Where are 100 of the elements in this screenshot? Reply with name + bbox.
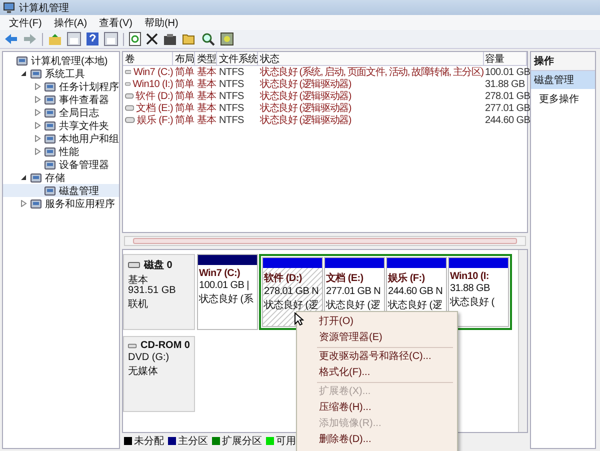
table-cell-text: 状态良好 (系统, 启动, 页面文件, 活动, 故障转储, 主分区) [259, 66, 484, 78]
menu-item[interactable]: 查看(V) [98, 16, 134, 30]
tree-item[interactable]: 服务和应用程序 [3, 197, 119, 210]
partition-name: 文档 (E:) [326, 272, 364, 285]
table-cell-text: 简单 [174, 90, 195, 102]
actions-section[interactable]: 磁盘管理 [531, 71, 595, 89]
context-menu-item[interactable]: 删除卷(D)... [297, 432, 457, 448]
computer-icon [3, 2, 15, 14]
table-cell-text: 基本 [196, 66, 217, 78]
table-cell-text: 简单 [174, 78, 195, 90]
disk-info-text: 基本 [128, 275, 148, 286]
tool-icon [44, 80, 56, 92]
partition-status: 状态良好 ( [450, 296, 494, 309]
partition-block[interactable]: Win7 (C:) 100.01 GB | 状态良好 (系 [197, 254, 258, 330]
menu-item[interactable]: 帮助(H) [143, 16, 180, 30]
table-cell: 软件 (D:) [123, 89, 173, 103]
table-cell-text: 基本 [196, 102, 217, 114]
tool-icon [44, 106, 56, 118]
partition-name: 软件 (D:) [264, 272, 302, 285]
tool-icon [16, 54, 28, 66]
column-header[interactable]: 文件系统 [217, 52, 258, 65]
menu-item[interactable]: 文件(F) [8, 16, 43, 30]
panel-icon[interactable] [67, 32, 81, 46]
partition-name: 娱乐 (F:) [388, 272, 425, 285]
open-folder-icon[interactable] [182, 33, 196, 45]
tree-item[interactable]: 系统工具 [3, 67, 119, 80]
back-arrow-icon[interactable] [4, 33, 18, 45]
tree-item[interactable]: 计算机管理(本地) [3, 54, 119, 67]
tree-item[interactable]: 任务计划程序 [3, 80, 119, 93]
partition-size: 277.01 GB N [326, 286, 381, 297]
delete-icon[interactable] [146, 33, 158, 45]
table-cell-text: 状态良好 (逻辑驱动器) [259, 114, 352, 127]
partition-name: Win10 (I: [450, 271, 489, 282]
refresh-icon[interactable] [129, 32, 141, 46]
context-menu-item[interactable]: 压缩卷(H)... [297, 400, 457, 416]
tree-item[interactable]: 全局日志 [3, 106, 119, 119]
tool-icon [44, 184, 56, 196]
horizontal-scrollbar[interactable] [124, 236, 526, 246]
partition-status: 状态良好 (逻 [388, 298, 442, 312]
table-cell: Win7 (C:) [123, 66, 173, 78]
partition-status: 状态良好 (逻 [264, 298, 318, 312]
partition-header-bar [198, 255, 257, 265]
menu-item[interactable]: 操作(A) [52, 16, 88, 30]
context-menu-item[interactable]: 更改驱动器号和路径(C)... [297, 349, 457, 365]
context-menu-item[interactable]: 资源管理器(E) [297, 330, 457, 346]
partition-size: 278.01 GB N [264, 286, 319, 297]
table-cell: Win10 (I:) [123, 78, 173, 90]
window-title: 计算机管理 [19, 2, 69, 14]
search-icon[interactable] [201, 32, 215, 46]
table-cell-text: 状态良好 (逻辑驱动器) [259, 78, 352, 90]
tree-item[interactable]: 性能 [3, 145, 119, 158]
vertical-scrollbar[interactable] [518, 250, 527, 432]
disk-name: CD-ROM 0 [140, 340, 190, 351]
tool-icon [44, 158, 56, 170]
tool-icon [30, 68, 42, 80]
table-cell-text: NTFS [218, 90, 245, 102]
legend-label: 扩展分区 [222, 434, 262, 448]
tool-icon [44, 120, 56, 132]
help-icon[interactable] [86, 32, 99, 46]
partition-size: 100.01 GB | [199, 280, 249, 291]
column-header[interactable]: 类型 [195, 52, 217, 65]
tree-item[interactable]: 设备管理器 [3, 158, 119, 171]
settings-icon[interactable] [220, 32, 234, 46]
context-menu-item[interactable]: 格式化(F)... [297, 365, 457, 381]
forward-arrow-icon[interactable] [23, 33, 37, 45]
mouse-cursor-icon [294, 312, 304, 326]
table-cell-text: NTFS [218, 78, 245, 90]
partition-block[interactable]: Win10 (I: 31.88 GB 状态良好 ( [448, 257, 509, 327]
column-header[interactable]: 状态 [258, 52, 484, 65]
partition-header-bar [325, 258, 384, 268]
partition-size: 31.88 GB [450, 283, 490, 294]
expand-arrow-icon[interactable] [20, 70, 26, 77]
folder-up-icon[interactable] [48, 32, 62, 46]
partition-size: 244.60 GB N [388, 286, 443, 297]
tool-icon [30, 172, 42, 184]
tree-item[interactable]: 本地用户和组 [3, 132, 119, 145]
tree-item[interactable]: 存储 [3, 171, 119, 184]
properties-icon[interactable] [163, 32, 177, 46]
column-header[interactable]: 布局 [173, 52, 195, 65]
partition-header-bar [387, 258, 446, 268]
table-cell-text: 简单 [174, 114, 195, 127]
column-header[interactable]: 卷 [123, 52, 173, 65]
table-cell-text: 简单 [174, 66, 195, 78]
table-cell-text: 31.88 GB [484, 78, 526, 90]
tree-item[interactable]: 共享文件夹 [3, 119, 119, 132]
tree-item[interactable]: 事件查看器 [3, 93, 119, 106]
table-cell-text: 状态良好 (逻辑驱动器) [259, 90, 352, 102]
table-cell-text: 简单 [174, 102, 195, 114]
action-link[interactable]: 更多操作 [531, 89, 595, 106]
legend-label: 主分区 [178, 434, 208, 448]
disk-info-text: 无媒体 [128, 366, 158, 377]
partition-name: Win7 (C:) [199, 268, 240, 279]
tree-item[interactable]: 磁盘管理 [3, 184, 119, 197]
table-cell-text: 基本 [196, 114, 217, 127]
table-cell-text: NTFS [218, 102, 245, 114]
panel-icon[interactable] [104, 32, 118, 46]
disk-info-text: DVD (G:) [128, 352, 170, 363]
column-header[interactable]: 容量 [484, 52, 527, 65]
tool-icon [44, 132, 56, 144]
expand-arrow-icon[interactable] [20, 174, 26, 181]
